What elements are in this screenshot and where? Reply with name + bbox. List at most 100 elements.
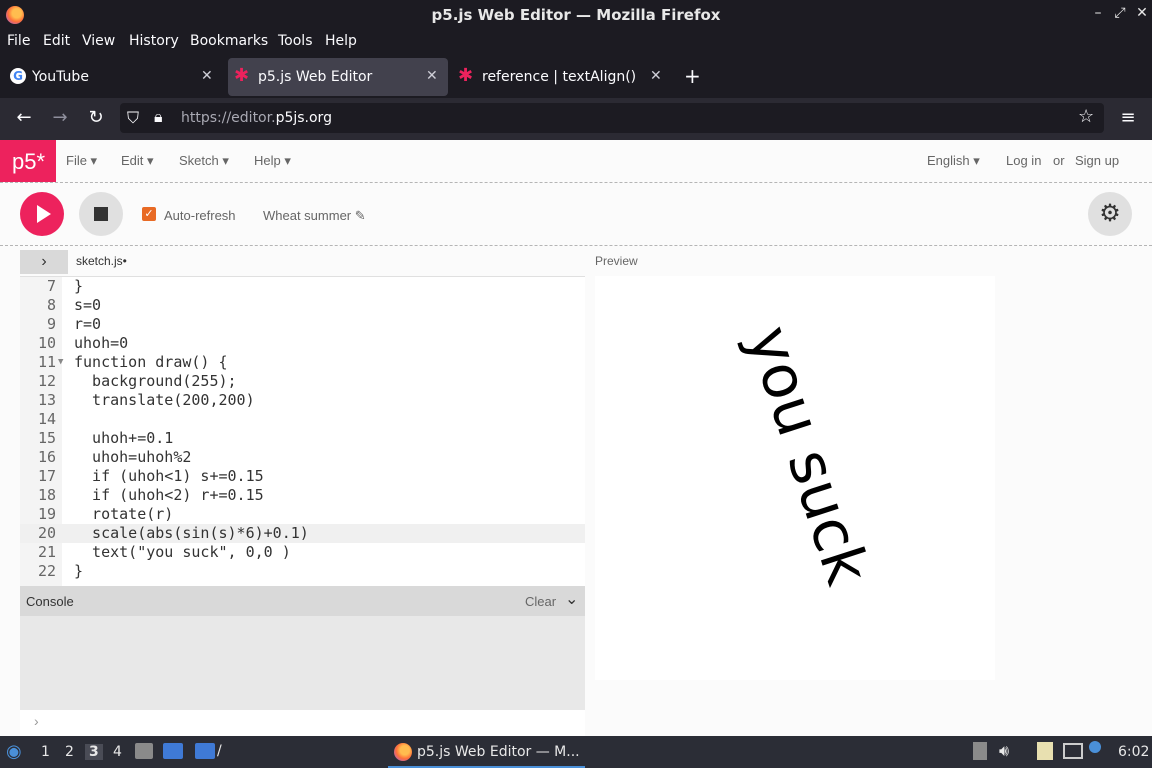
workspace-2[interactable]: 2: [65, 744, 74, 760]
workspace-4[interactable]: 4: [113, 744, 122, 760]
bookmark-star-icon[interactable]: ☆: [1078, 106, 1094, 127]
console-prompt-icon: ›: [34, 713, 39, 729]
close-tab-icon[interactable]: ✕: [201, 68, 213, 84]
code-text: r=0: [74, 315, 102, 333]
settings-gear-icon[interactable]: ⚙: [1088, 192, 1132, 236]
code-line[interactable]: 21 text("you suck", 0,0 ): [20, 543, 585, 562]
code-line[interactable]: 8 s=0: [20, 296, 585, 315]
shield-icon[interactable]: ⛉: [127, 108, 139, 128]
url-text[interactable]: https://editor.p5js.org: [181, 110, 332, 126]
menu-edit[interactable]: Edit: [43, 33, 70, 49]
code-line[interactable]: 17 if (uhoh<1) s+=0.15: [20, 467, 585, 486]
code-line[interactable]: 12 background(255);: [20, 372, 585, 391]
reload-icon[interactable]: ↻: [84, 107, 108, 128]
line-number: 13: [37, 391, 56, 409]
code-line[interactable]: 16 uhoh=uhoh%2: [20, 448, 585, 467]
code-text: function draw() {: [74, 353, 228, 371]
p5-menu-sketch[interactable]: Sketch ▾: [179, 153, 229, 169]
expand-sidebar-icon[interactable]: ›: [20, 250, 68, 274]
tab-youtube[interactable]: G YouTube ✕: [2, 58, 224, 96]
taskbar: ◉ 1 2 3 4 / p5.js Web Editor — M... 🔊︎ 6…: [0, 736, 1152, 768]
menu-help[interactable]: Help: [325, 33, 357, 49]
line-number: 21: [37, 543, 56, 561]
lock-icon[interactable]: 🔒︎: [154, 107, 163, 127]
preview-label: Preview: [595, 254, 638, 268]
tab-bar: G YouTube ✕ ✱ p5.js Web Editor ✕ ✱ refer…: [0, 56, 1152, 98]
volume-icon[interactable]: 🔊︎: [999, 741, 1009, 761]
workspace-1[interactable]: 1: [41, 744, 50, 760]
folder-icon[interactable]: [195, 743, 215, 759]
code-line[interactable]: 19 rotate(r): [20, 505, 585, 524]
workspace-3[interactable]: 3: [85, 744, 103, 760]
code-text: s=0: [74, 296, 102, 314]
console-collapse-icon[interactable]: ⌄: [565, 589, 578, 609]
language-select[interactable]: English ▾: [927, 153, 980, 169]
code-line[interactable]: 7}: [20, 277, 585, 296]
forward-icon[interactable]: →: [48, 107, 72, 128]
url-bar[interactable]: ⛉ 🔒︎ https://editor.p5js.org ☆: [120, 103, 1104, 133]
close-icon[interactable]: ✕: [1132, 5, 1152, 21]
autorefresh-checkbox[interactable]: ✓: [142, 207, 156, 221]
signup-link[interactable]: Sign up: [1075, 153, 1119, 168]
menu-history[interactable]: History: [129, 33, 179, 49]
hamburger-menu-icon[interactable]: ≡: [1116, 107, 1140, 128]
menu-bookmarks[interactable]: Bookmarks: [190, 33, 268, 49]
code-text: text("you suck", 0,0 ): [74, 543, 291, 561]
tab-p5-editor[interactable]: ✱ p5.js Web Editor ✕: [228, 58, 448, 96]
line-number: 8: [46, 296, 56, 314]
login-link[interactable]: Log in: [1006, 153, 1041, 168]
console-panel: Console Clear ⌄ ›: [20, 586, 585, 736]
p5-nav: p5* File ▾ Edit ▾ Sketch ▾ Help ▾ Englis…: [0, 140, 1152, 183]
p5-asterisk-icon: ✱: [234, 65, 250, 86]
line-number: 11: [37, 353, 56, 371]
fold-arrow-icon[interactable]: ▼: [58, 353, 63, 372]
close-tab-icon[interactable]: ✕: [650, 68, 662, 84]
code-line[interactable]: 15 uhoh+=0.1: [20, 429, 585, 448]
code-editor[interactable]: 7} 8 s=0 9 r=0 10 uhoh=0 11 ▼ function draw() {12…: [20, 276, 585, 587]
navigation-bar: ← → ↻ ⛉ 🔒︎ https://editor.p5js.org ☆ ≡: [0, 98, 1152, 140]
code-line[interactable]: 10 uhoh=0: [20, 334, 585, 353]
code-line[interactable]: 20 scale(abs(sin(s)*6)+0.1): [20, 524, 585, 543]
line-number: 17: [37, 467, 56, 485]
menu-tools[interactable]: Tools: [278, 33, 313, 49]
taskbar-window-firefox[interactable]: p5.js Web Editor — M...: [388, 736, 585, 768]
minimize-icon[interactable]: –: [1088, 5, 1108, 21]
play-button[interactable]: [20, 192, 64, 236]
preview-canvas[interactable]: you suck: [595, 276, 995, 680]
line-number: 14: [37, 410, 56, 428]
new-tab-icon[interactable]: +: [684, 64, 708, 102]
console-input[interactable]: ›: [20, 710, 585, 736]
menu-file[interactable]: File: [7, 33, 30, 49]
code-line[interactable]: 13 translate(200,200): [20, 391, 585, 410]
back-icon[interactable]: ←: [12, 107, 36, 128]
window-titlebar: p5.js Web Editor — Mozilla Firefox – ⤢ ✕: [0, 0, 1152, 30]
start-menu-icon[interactable]: ◉: [6, 741, 22, 762]
desktop-icon[interactable]: [163, 743, 183, 759]
p5-menu-file[interactable]: File ▾: [66, 153, 97, 169]
close-tab-icon[interactable]: ✕: [426, 68, 438, 84]
file-manager-icon[interactable]: [135, 743, 153, 759]
stop-button[interactable]: [79, 192, 123, 236]
line-number: 19: [37, 505, 56, 523]
code-line[interactable]: 14: [20, 410, 585, 429]
restore-icon[interactable]: ⤢: [1110, 5, 1130, 21]
clipboard-icon[interactable]: [973, 742, 987, 760]
code-line[interactable]: 18 if (uhoh<2) r+=0.15: [20, 486, 585, 505]
p5-menu-edit[interactable]: Edit ▾: [121, 153, 154, 169]
network-icon[interactable]: [1063, 743, 1083, 759]
p5-logo[interactable]: p5*: [0, 140, 56, 182]
tab-reference[interactable]: ✱ reference | textAlign() ✕: [452, 58, 674, 96]
code-line[interactable]: 11 ▼ function draw() {: [20, 353, 585, 372]
code-line[interactable]: 9 r=0: [20, 315, 585, 334]
autorefresh-label: Auto-refresh: [164, 208, 236, 223]
notes-icon[interactable]: [1037, 742, 1053, 760]
notification-icon[interactable]: [1089, 741, 1101, 753]
clock[interactable]: 6:02: [1118, 744, 1149, 760]
file-tab-sketch-js[interactable]: sketch.js•: [76, 254, 127, 268]
console-clear-button[interactable]: Clear: [525, 594, 556, 609]
p5-menu-help[interactable]: Help ▾: [254, 153, 291, 169]
sketch-name[interactable]: Wheat summer ✎: [263, 208, 366, 224]
or-text: or: [1053, 153, 1065, 168]
code-line[interactable]: 22}: [20, 562, 585, 581]
menu-view[interactable]: View: [82, 33, 115, 49]
